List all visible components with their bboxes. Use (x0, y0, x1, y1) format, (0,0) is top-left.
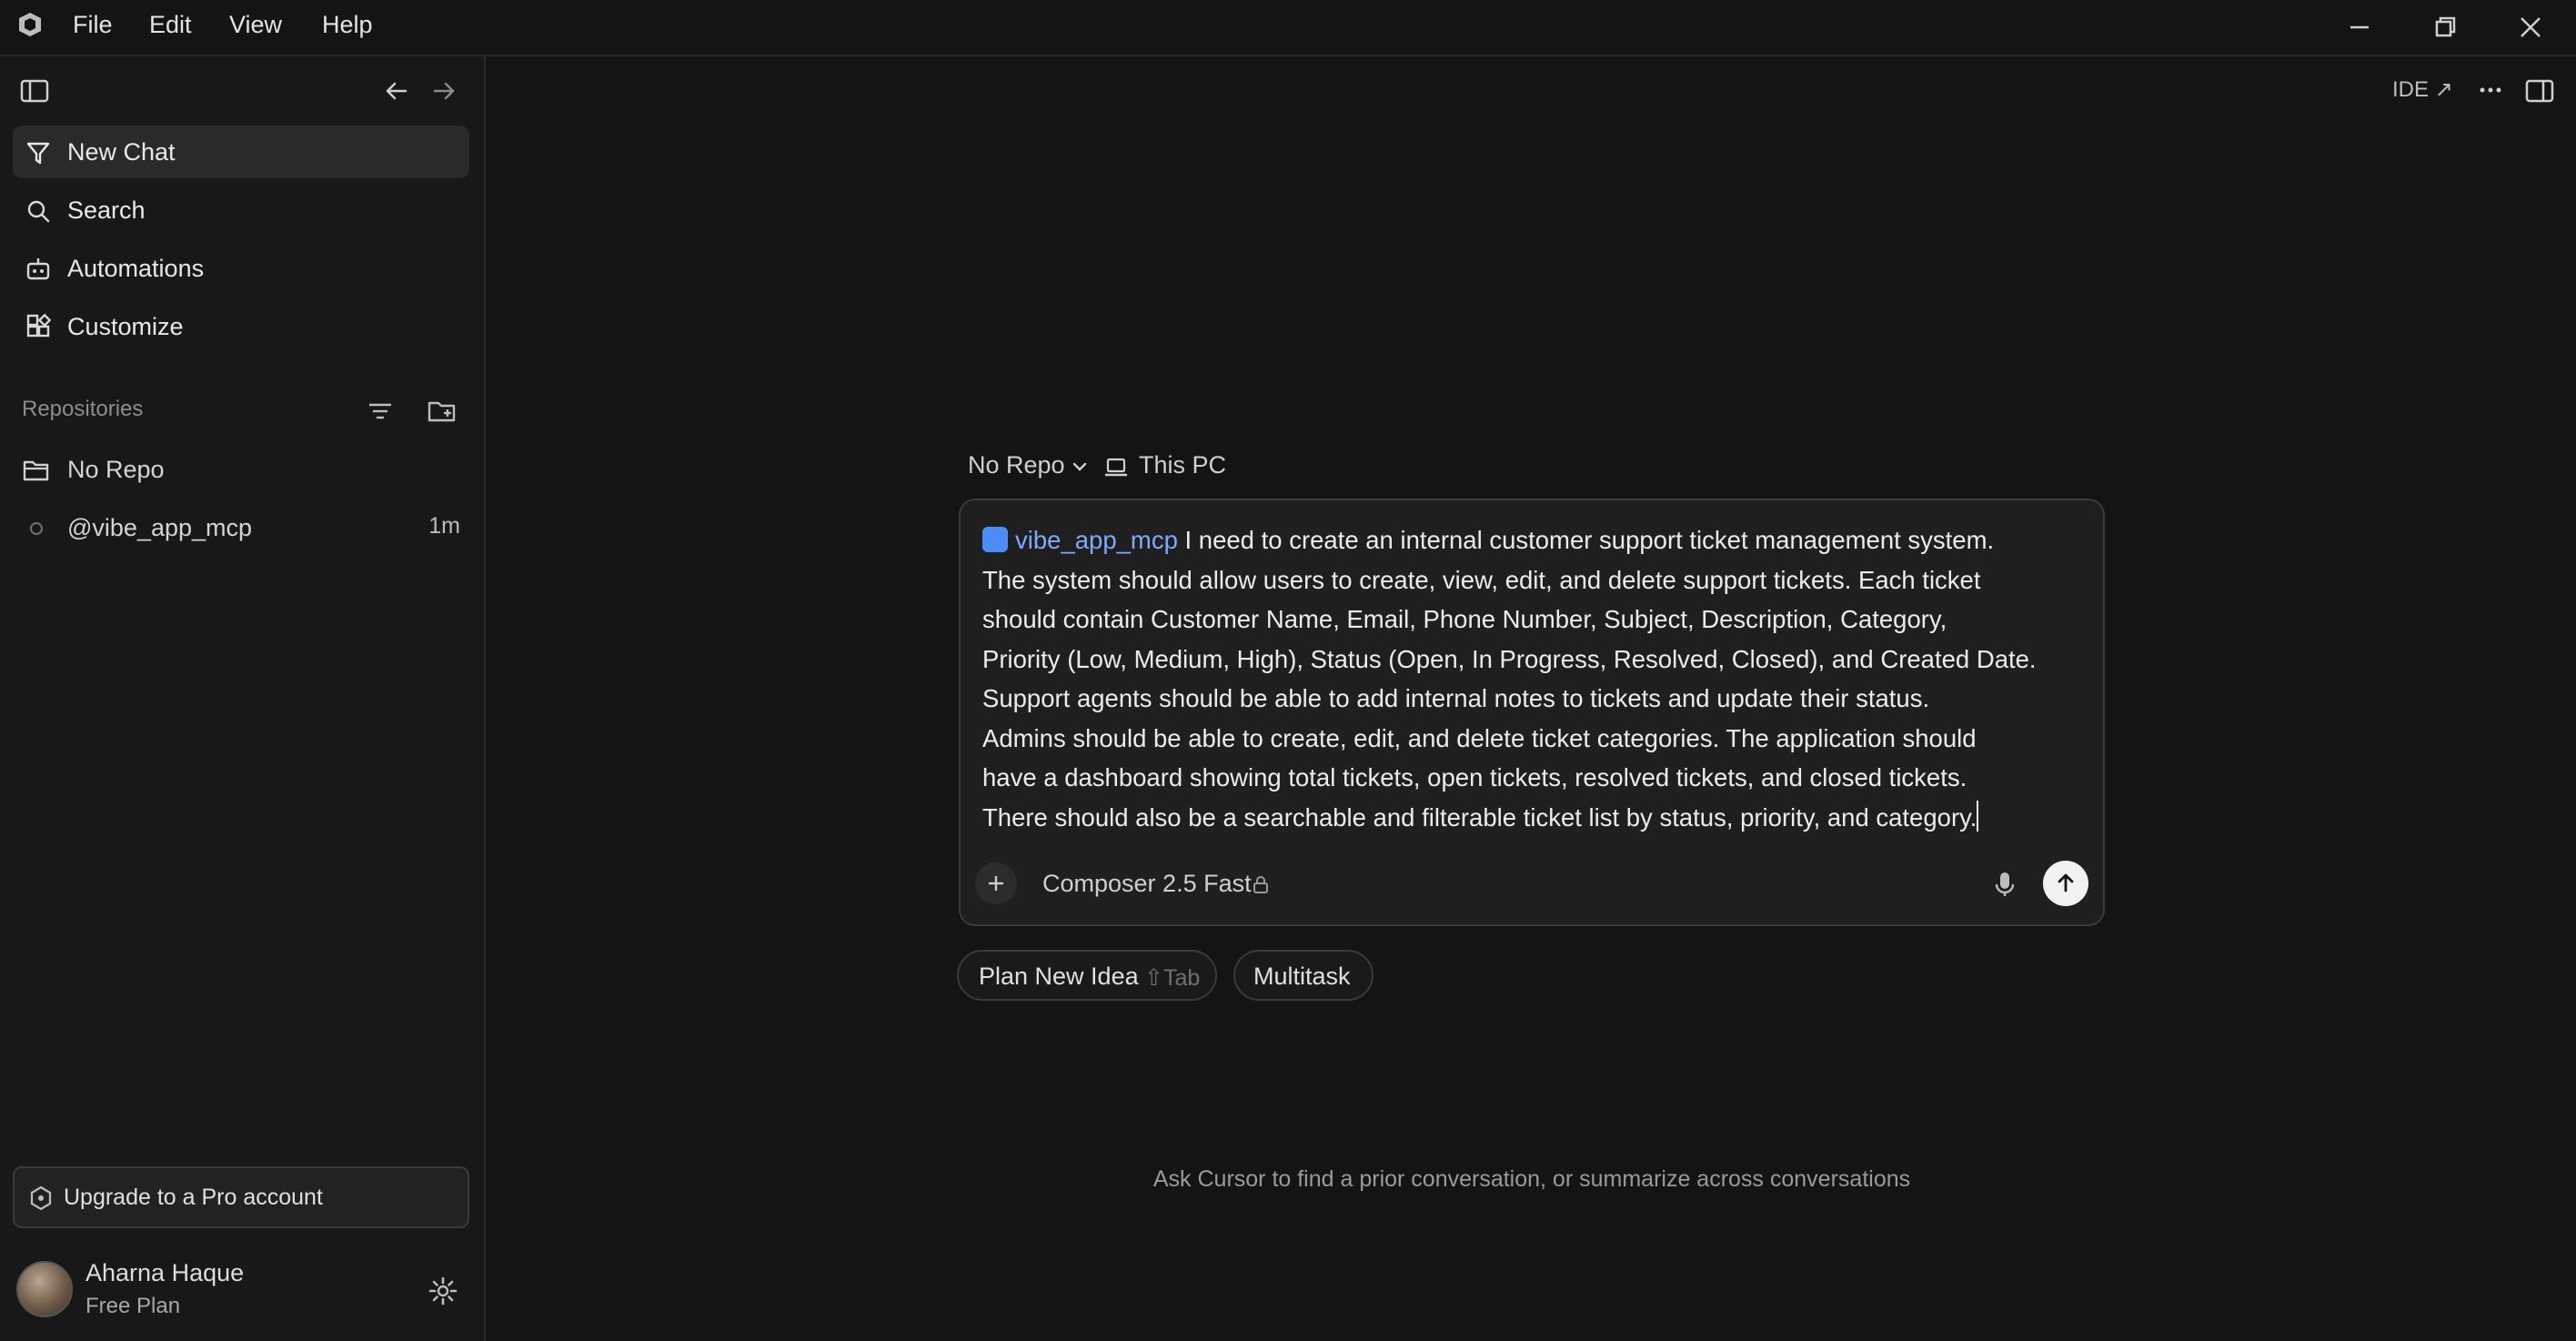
upgrade-label: Upgrade to a Pro account (64, 1185, 323, 1210)
prompt-line: Admins should be able to create, edit, a… (982, 723, 1977, 752)
new-chat-icon (26, 142, 50, 165)
menu-view[interactable]: View (229, 9, 282, 40)
open-ide-button[interactable]: IDE ↗ (2392, 76, 2453, 103)
plan-new-idea-label: Plan New Idea (979, 963, 1139, 990)
repo-item-time: 1m (428, 513, 460, 539)
conversation-hint: Ask Cursor to find a prior conversation,… (1152, 1166, 1911, 1192)
sidebar-item-new-chat[interactable]: New Chat (13, 126, 469, 178)
search-icon (27, 200, 50, 223)
prompt-line: have a dashboard showing total tickets, … (982, 763, 1967, 791)
send-button[interactable] (2043, 861, 2088, 906)
repo-item-no-repo[interactable]: No Repo (13, 444, 469, 495)
user-profile[interactable]: Aharna Haque Free Plan (16, 1254, 471, 1326)
menu-file[interactable]: File (73, 9, 113, 40)
prompt-text: There should also be a searchable and fi… (982, 802, 1977, 832)
text-caret (1977, 800, 1979, 832)
mcp-mention[interactable]: vibe_app_mcp (1015, 526, 1178, 554)
toggle-sidebar-icon[interactable] (18, 75, 51, 107)
prompt-line: The system should allow users to create,… (982, 565, 1981, 594)
back-arrow-icon[interactable] (380, 75, 413, 107)
menu-edit[interactable]: Edit (149, 9, 192, 40)
menu-help[interactable]: Help (322, 9, 373, 40)
minimize-icon[interactable] (2340, 7, 2380, 47)
sidebar-item-automations[interactable]: Automations (13, 242, 469, 295)
sidebar: New Chat Search Automations Customize Re… (0, 56, 486, 1341)
sidebar-item-label: Customize (67, 313, 184, 340)
app-logo-icon (19, 13, 41, 36)
avatar (16, 1261, 73, 1317)
folder-icon (23, 460, 49, 481)
prompt-line-last: There should also be a searchable and fi… (982, 798, 2085, 838)
plus-icon (989, 876, 1003, 891)
gear-icon[interactable] (428, 1275, 458, 1306)
prompt-line: should contain Customer Name, Email, Pho… (982, 605, 1947, 633)
shortcut-hint: ⇧Tab (1144, 965, 1201, 991)
sidebar-item-label: New Chat (67, 138, 176, 166)
toggle-panel-icon[interactable] (2523, 75, 2556, 107)
repo-selector[interactable]: No Repo (968, 451, 1065, 479)
circle-icon (29, 521, 44, 536)
title-bar: File Edit View Help (0, 0, 2576, 56)
add-folder-icon[interactable] (426, 395, 458, 428)
prompt-text: I need to create an internal customer su… (1177, 526, 1995, 554)
robot-icon (26, 258, 50, 280)
microphone-icon[interactable] (1988, 868, 2021, 901)
upgrade-button[interactable]: Upgrade to a Pro account (13, 1166, 469, 1228)
repo-item-label: @vibe_app_mcp (67, 514, 253, 541)
repositories-heading: Repositories (22, 397, 144, 421)
prompt-line: vibe_app_mcp I need to create an interna… (982, 520, 2085, 560)
mcp-mention-icon (982, 527, 1008, 552)
lock-icon (1253, 876, 1268, 893)
location-selector[interactable]: This PC (1139, 451, 1226, 479)
laptop-icon (1105, 458, 1127, 477)
sidebar-item-label: Automations (67, 255, 205, 282)
repo-item-label: No Repo (67, 456, 165, 483)
repo-item-vibe-app-mcp[interactable]: @vibe_app_mcp 1m (13, 502, 469, 553)
close-icon[interactable] (2511, 7, 2551, 47)
sidebar-item-search[interactable]: Search (13, 184, 469, 237)
badge-icon (30, 1185, 52, 1211)
prompt-input[interactable]: vibe_app_mcp I need to create an interna… (982, 520, 2085, 837)
user-plan: Free Plan (86, 1294, 181, 1318)
composer[interactable]: vibe_app_mcp I need to create an interna… (959, 499, 2105, 926)
widgets-icon (26, 313, 52, 338)
sidebar-item-label: Search (67, 197, 146, 224)
restore-icon[interactable] (2425, 7, 2465, 47)
filter-icon[interactable] (364, 395, 397, 428)
prompt-line: Support agents should be able to add int… (982, 684, 1930, 712)
model-selector[interactable]: Composer 2.5 Fast (1042, 870, 1252, 898)
arrow-up-icon (2058, 873, 2074, 892)
prompt-line: Priority (Low, Medium, High), Status (Op… (982, 644, 2037, 673)
multitask-label: Multitask (1253, 963, 1351, 990)
add-context-button[interactable] (975, 862, 1017, 904)
multitask-button[interactable]: Multitask (1233, 950, 1374, 1001)
user-name: Aharna Haque (86, 1259, 245, 1286)
forward-arrow-icon[interactable] (428, 75, 460, 107)
more-options-icon[interactable] (2474, 76, 2507, 104)
plan-new-idea-button[interactable]: Plan New Idea ⇧Tab (957, 950, 1217, 1001)
sidebar-item-customize[interactable]: Customize (13, 300, 469, 353)
chevron-down-icon[interactable] (1070, 457, 1090, 477)
